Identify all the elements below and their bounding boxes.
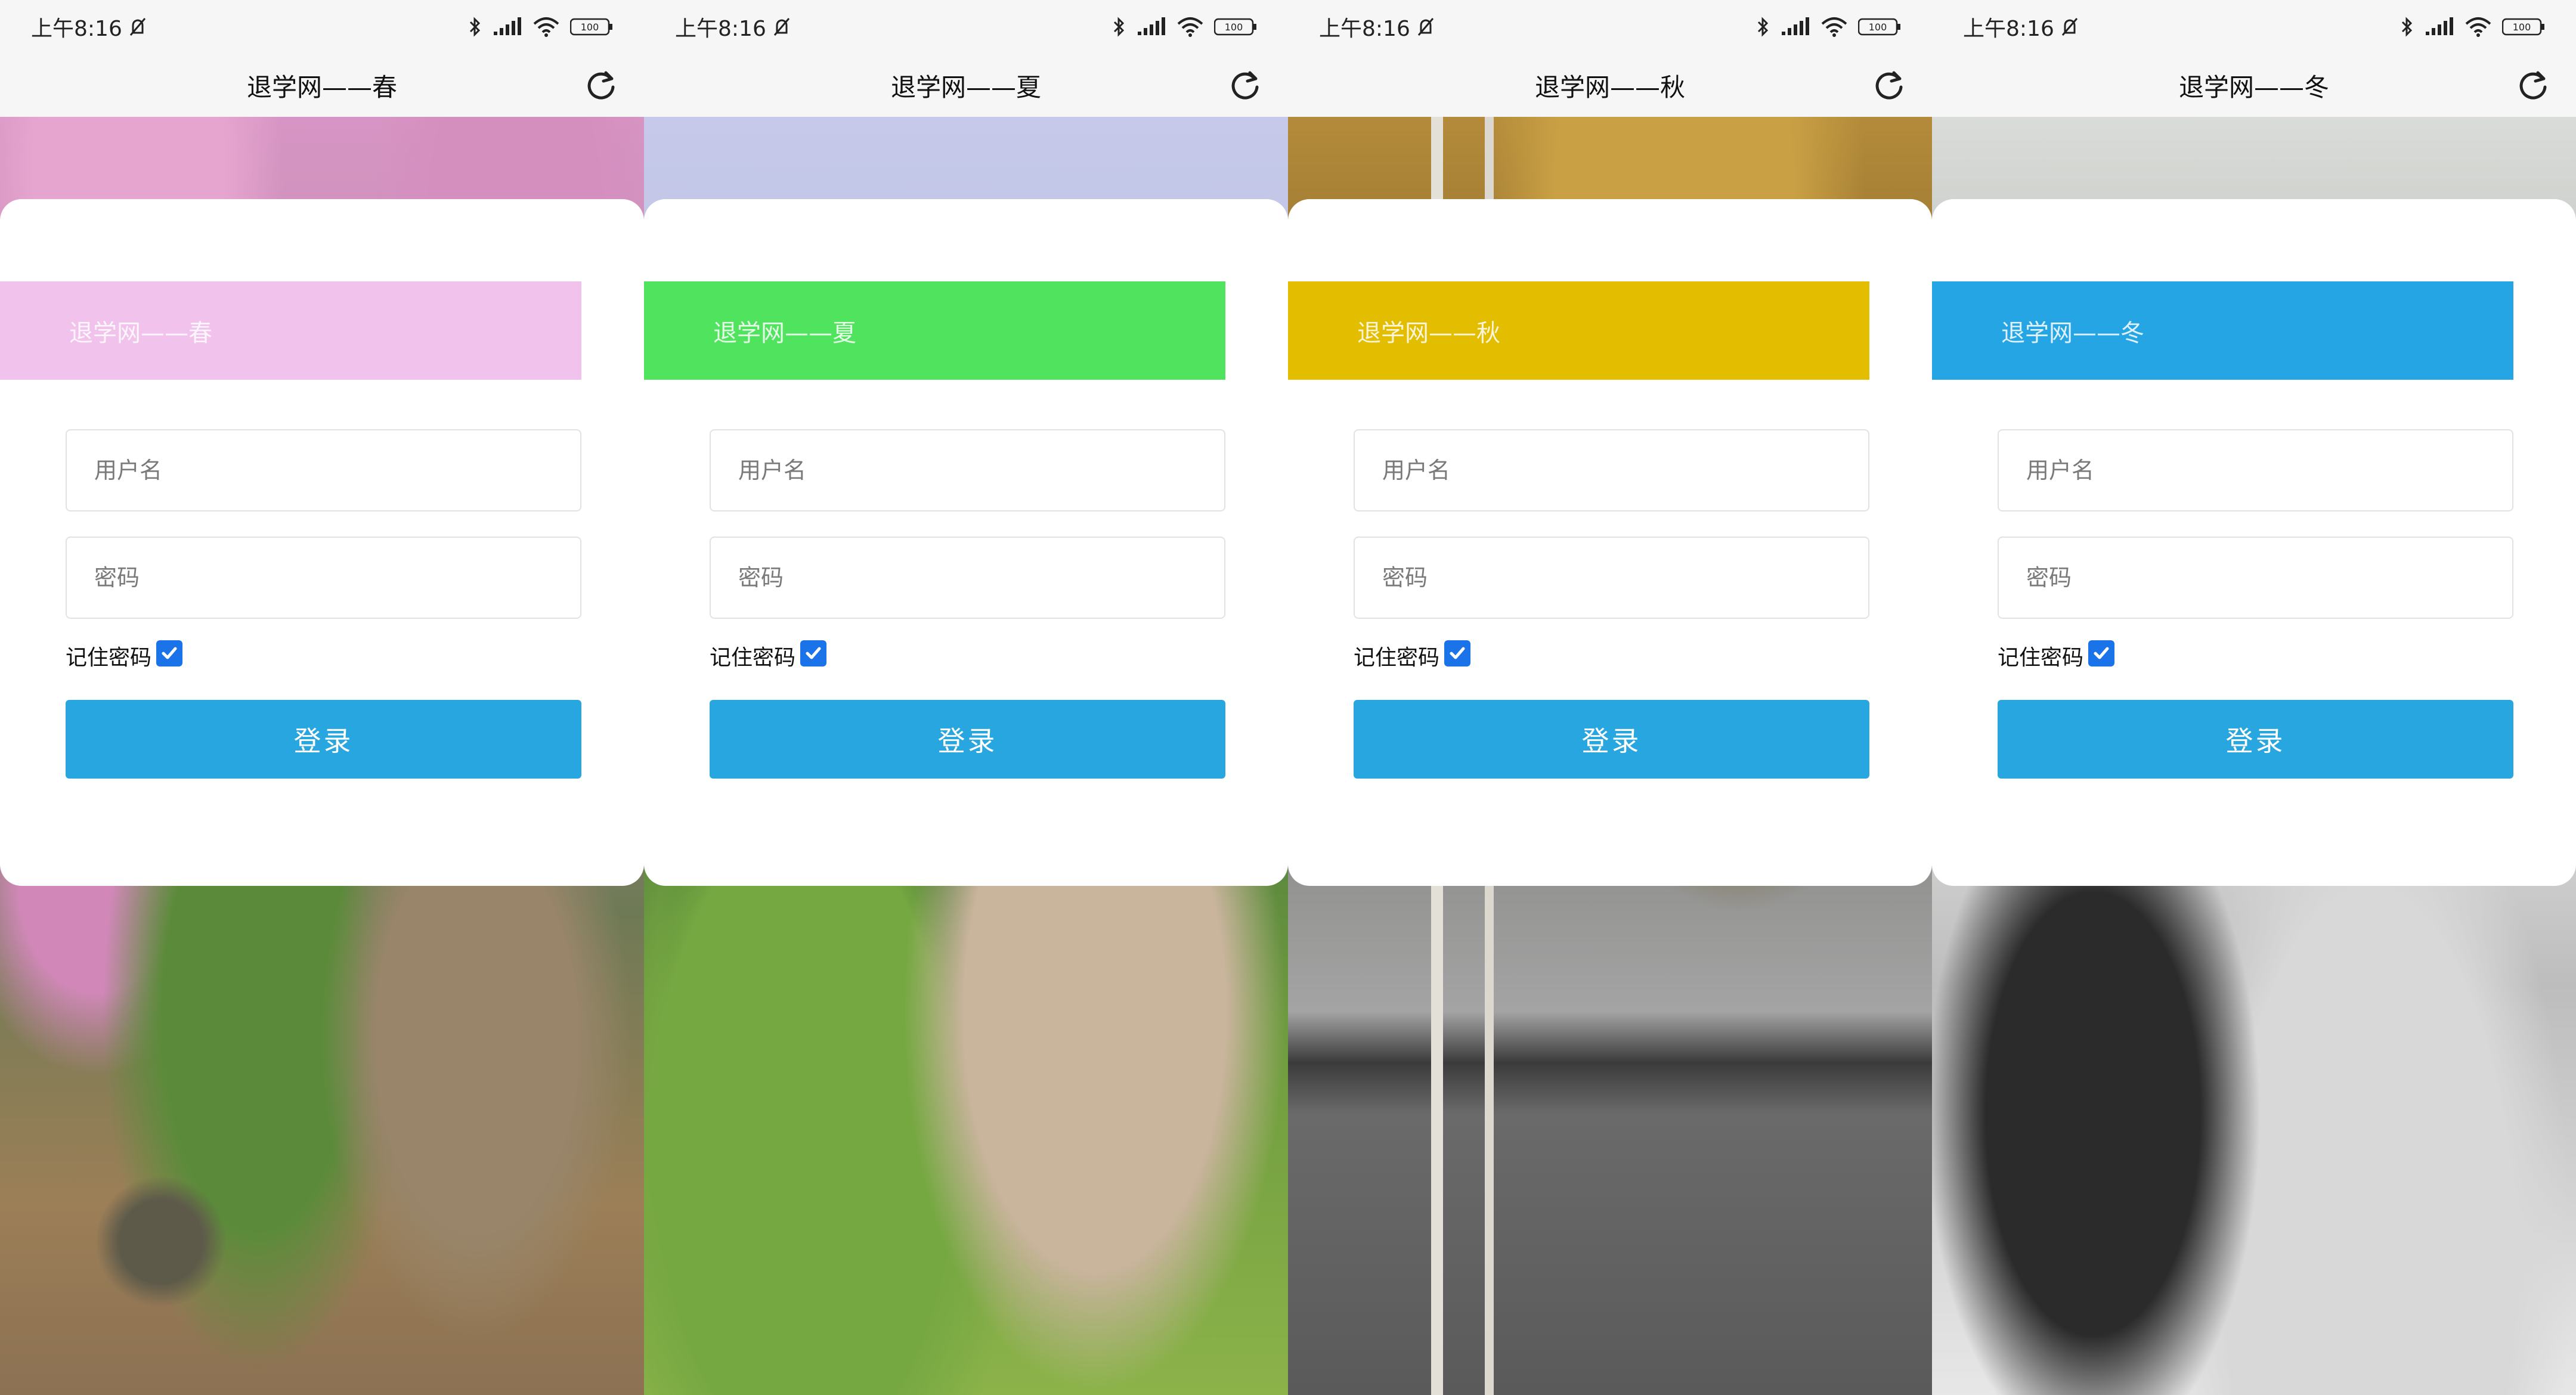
- password-input[interactable]: [1998, 537, 2513, 619]
- remember-password-row: 记住密码: [1354, 640, 1471, 671]
- remember-password-checkbox[interactable]: [1444, 640, 1471, 666]
- username-input[interactable]: [66, 429, 581, 512]
- season-banner: 退学网——秋: [1288, 281, 1869, 380]
- title-bar: 退学网——夏: [644, 54, 1288, 117]
- password-input[interactable]: [66, 537, 581, 619]
- page-title: 退学网——夏: [890, 72, 1041, 102]
- mute-icon: [773, 18, 789, 36]
- remember-password-label: 记住密码: [66, 646, 152, 670]
- wifi-icon: [533, 17, 559, 37]
- signal-icon: [1138, 17, 1165, 35]
- checkmark-icon: [2094, 647, 2109, 659]
- login-button[interactable]: 登录: [1998, 700, 2513, 779]
- username-input[interactable]: [1354, 429, 1869, 512]
- refresh-icon: [2519, 71, 2547, 100]
- refresh-button[interactable]: [1865, 61, 1913, 108]
- season-screens: 上午8:16 100 退学网——春 退学网——春 记住密码: [0, 0, 2576, 1395]
- remember-password-row: 记住密码: [1998, 640, 2115, 671]
- battery-level: 100: [1869, 21, 1887, 33]
- banner-text: 退学网——夏: [713, 319, 856, 347]
- status-bar: 上午8:16 100: [1932, 0, 2576, 54]
- remember-password-checkbox[interactable]: [156, 640, 183, 666]
- login-card: 退学网——秋 记住密码 登录: [1288, 199, 1932, 886]
- banner-text: 退学网——春: [69, 319, 212, 347]
- bluetooth-icon: [469, 17, 481, 37]
- bluetooth-icon: [1113, 17, 1125, 37]
- status-time: 上午8:16: [31, 17, 122, 41]
- signal-icon: [1782, 17, 1809, 35]
- season-banner: 退学网——夏: [644, 281, 1225, 380]
- refresh-icon: [1875, 71, 1903, 100]
- signal-icon: [494, 17, 521, 35]
- refresh-button[interactable]: [2509, 61, 2557, 108]
- title-bar: 退学网——春: [0, 54, 644, 117]
- status-bar: 上午8:16 100: [1288, 0, 1932, 54]
- title-bar: 退学网——冬: [1932, 54, 2576, 117]
- bluetooth-icon: [1757, 17, 1769, 37]
- checkmark-icon: [1450, 647, 1465, 659]
- screen-spring: 上午8:16 100 退学网——春 退学网——春 记住密码: [0, 0, 644, 1395]
- remember-password-label: 记住密码: [710, 646, 796, 670]
- mute-icon: [129, 18, 145, 36]
- status-bar: 上午8:16 100: [644, 0, 1288, 54]
- remember-password-row: 记住密码: [66, 640, 183, 671]
- battery-icon: 100: [570, 18, 612, 36]
- battery-icon: 100: [2502, 18, 2544, 36]
- battery-icon: 100: [1858, 18, 1900, 36]
- banner-text: 退学网——秋: [1357, 319, 1500, 347]
- screen-summer: 上午8:16 100 退学网——夏 退学网——夏 记住密码: [644, 0, 1288, 1395]
- login-button[interactable]: 登录: [710, 700, 1225, 779]
- refresh-icon: [587, 71, 615, 100]
- username-input[interactable]: [710, 429, 1225, 512]
- page-title: 退学网——秋: [1534, 72, 1685, 102]
- login-button[interactable]: 登录: [66, 700, 581, 779]
- title-bar: 退学网——秋: [1288, 54, 1932, 117]
- login-card: 退学网——冬 记住密码 登录: [1932, 199, 2576, 886]
- username-input[interactable]: [1998, 429, 2513, 512]
- battery-level: 100: [581, 21, 599, 33]
- status-time: 上午8:16: [675, 17, 766, 41]
- page-title: 退学网——冬: [2178, 72, 2329, 102]
- battery-icon: 100: [1214, 18, 1256, 36]
- bluetooth-icon: [2401, 17, 2413, 37]
- remember-password-label: 记住密码: [1354, 646, 1440, 670]
- season-banner: 退学网——冬: [1932, 281, 2513, 380]
- remember-password-checkbox[interactable]: [800, 640, 827, 666]
- mute-icon: [1417, 18, 1433, 36]
- password-input[interactable]: [710, 537, 1225, 619]
- wifi-icon: [2465, 17, 2491, 37]
- password-input[interactable]: [1354, 537, 1869, 619]
- screen-winter: 上午8:16 100 退学网——冬 退学网——冬 记住密码: [1932, 0, 2576, 1395]
- remember-password-label: 记住密码: [1998, 646, 2084, 670]
- refresh-button[interactable]: [1221, 61, 1269, 108]
- banner-text: 退学网——冬: [2001, 319, 2144, 347]
- checkmark-icon: [806, 647, 821, 659]
- battery-level: 100: [2513, 21, 2531, 33]
- wifi-icon: [1177, 17, 1203, 37]
- checkmark-icon: [162, 647, 177, 659]
- remember-password-checkbox[interactable]: [2088, 640, 2115, 666]
- refresh-button[interactable]: [577, 61, 625, 108]
- screen-autumn: 上午8:16 100 退学网——秋 退学网——秋 记住密码: [1288, 0, 1932, 1395]
- season-banner: 退学网——春: [0, 281, 581, 380]
- status-time: 上午8:16: [1963, 17, 2054, 41]
- signal-icon: [2426, 17, 2453, 35]
- login-card: 退学网——春 记住密码 登录: [0, 199, 644, 886]
- mute-icon: [2061, 18, 2077, 36]
- battery-level: 100: [1225, 21, 1243, 33]
- login-button[interactable]: 登录: [1354, 700, 1869, 779]
- status-time: 上午8:16: [1319, 17, 1410, 41]
- remember-password-row: 记住密码: [710, 640, 827, 671]
- status-bar: 上午8:16 100: [0, 0, 644, 54]
- login-card: 退学网——夏 记住密码 登录: [644, 199, 1288, 886]
- refresh-icon: [1231, 71, 1259, 100]
- page-title: 退学网——春: [246, 72, 397, 102]
- wifi-icon: [1821, 17, 1847, 37]
